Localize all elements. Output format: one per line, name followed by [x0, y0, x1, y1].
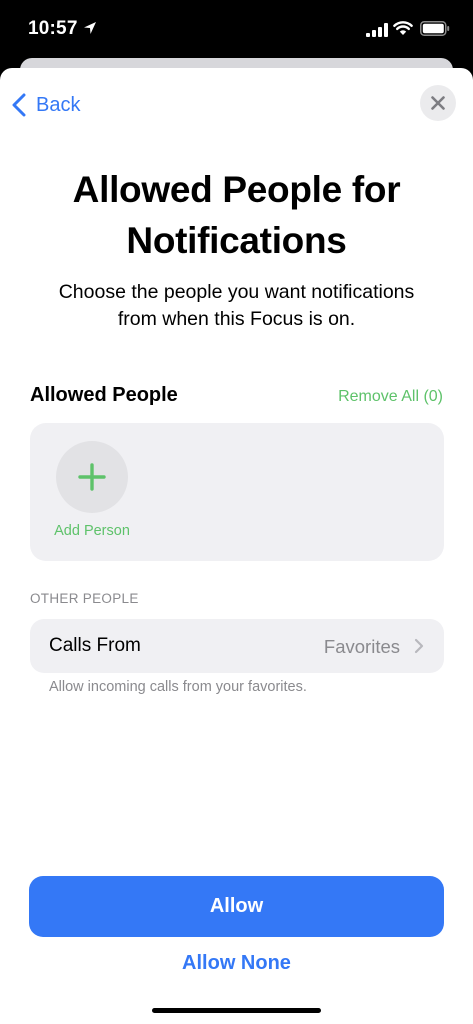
add-person-label: Add Person [54, 523, 130, 539]
wifi-icon [393, 21, 413, 35]
location-arrow-icon [84, 22, 96, 34]
add-person-button[interactable]: Add Person [48, 441, 136, 539]
allow-none-button[interactable]: Allow None [0, 952, 473, 975]
chevron-right-icon [414, 638, 424, 654]
close-icon [431, 96, 445, 110]
remove-all-button[interactable]: Remove All (0) [338, 388, 443, 406]
chevron-left-icon [12, 93, 26, 117]
modal-sheet: Back Allowed People for Notifications Ch… [0, 68, 473, 1024]
page-subtitle: Choose the people you want notifications… [58, 281, 415, 330]
calls-from-label: Calls From [49, 635, 141, 656]
add-person-circle [56, 441, 128, 513]
back-button[interactable]: Back [10, 90, 80, 120]
calls-from-value: Favorites [323, 636, 400, 657]
status-bar: 10:57 [0, 0, 473, 58]
allow-button[interactable]: Allow [29, 876, 444, 937]
cellular-signal-icon [366, 23, 388, 37]
status-time: 10:57 [28, 18, 78, 39]
calls-from-footnote: Allow incoming calls from your favorites… [49, 679, 307, 695]
home-indicator [152, 1008, 321, 1013]
other-people-header: OTHER PEOPLE [30, 591, 139, 606]
battery-icon [420, 21, 450, 36]
page-title: Allowed People for Notifications [72, 169, 401, 261]
allowed-people-card: Add Person [30, 423, 444, 561]
plus-icon [78, 463, 106, 491]
back-label: Back [36, 93, 81, 116]
allowed-people-title: Allowed People [30, 384, 178, 406]
close-button[interactable] [420, 85, 456, 121]
calls-from-row[interactable]: Calls From Favorites [30, 619, 444, 673]
